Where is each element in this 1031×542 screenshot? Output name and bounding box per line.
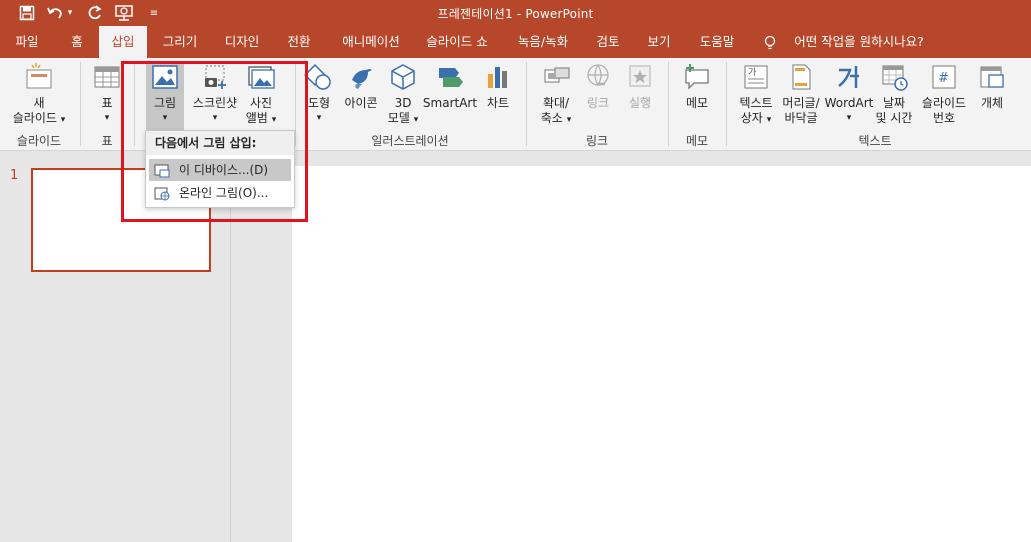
separator xyxy=(526,62,527,146)
comment-icon xyxy=(685,64,709,90)
chevron-down-icon: ▾ xyxy=(413,115,419,125)
svg-text:가: 가 xyxy=(748,67,756,78)
object-icon xyxy=(980,66,1004,88)
title-bar: ▾ ≡ 프레젠테이션1 - PowerPoint xyxy=(0,0,1031,26)
smartart-label: SmartArt xyxy=(422,96,478,110)
shapes-icon xyxy=(304,64,331,90)
separator xyxy=(668,62,669,146)
tab-help[interactable]: 도움말 xyxy=(690,26,744,58)
textbox-label-2: 상자 xyxy=(740,111,763,125)
bird-icon xyxy=(352,69,372,89)
comment-label: 메모 xyxy=(685,96,709,110)
header-footer-button[interactable]: 머리글/ 바닥글 xyxy=(780,62,822,126)
new-slide-label-2: 슬라이드 xyxy=(12,111,57,125)
group-label-text: 텍스트 xyxy=(858,134,892,148)
chevron-down-icon: ▾ xyxy=(766,115,772,125)
tab-insert[interactable]: 삽입 xyxy=(99,26,147,58)
header-footer-label-2: 바닥글 xyxy=(784,111,818,125)
tell-me-search[interactable]: 어떤 작업을 원하시나요? xyxy=(760,26,938,58)
separator xyxy=(726,62,727,146)
lightbulb-icon xyxy=(764,26,776,58)
chart-label: 차트 xyxy=(486,96,510,110)
calendar-icon xyxy=(882,65,908,91)
new-slide-icon xyxy=(26,63,52,89)
date-time-label-2: 및 시간 xyxy=(875,111,913,125)
header-footer-icon xyxy=(792,64,811,90)
object-button[interactable]: 개체 xyxy=(972,62,1012,111)
group-label-comments: 메모 xyxy=(685,134,709,148)
cube-icon xyxy=(391,64,415,90)
tab-draw[interactable]: 그리기 xyxy=(153,26,207,58)
smartart-button[interactable]: SmartArt xyxy=(422,62,478,111)
group-label-slides: 슬라이드 xyxy=(16,134,62,148)
tell-me-text: 어떤 작업을 원하시나요? xyxy=(794,34,924,49)
link-label: 링크 xyxy=(586,96,610,110)
group-label-links: 링크 xyxy=(585,134,609,148)
chevron-down-icon: ▾ xyxy=(60,115,66,125)
textbox-label-1: 텍스트 xyxy=(739,96,773,110)
header-footer-label-1: 머리글/ xyxy=(782,96,820,110)
3d-models-button[interactable]: 3D 모델 ▾ xyxy=(386,62,420,128)
tab-file[interactable]: 파일 xyxy=(4,26,50,58)
new-slide-button[interactable]: 새 슬라이드 ▾ xyxy=(6,62,72,128)
date-time-label-1: 날짜 xyxy=(882,96,906,110)
zoom-label-1: 확대/ xyxy=(542,96,570,110)
action-button[interactable]: 실행 xyxy=(620,62,660,111)
wordart-button[interactable]: WordArt ▾ xyxy=(824,62,874,126)
slide-number-label-1: 슬라이드 xyxy=(921,96,967,110)
chevron-down-icon: ▾ xyxy=(566,115,572,125)
table-icon xyxy=(94,66,120,88)
3d-models-label-2: 모델 xyxy=(387,111,410,125)
smartart-icon xyxy=(439,68,463,87)
window-title: 프레젠테이션1 - PowerPoint xyxy=(437,7,594,21)
tab-record[interactable]: 녹음/녹화 xyxy=(506,26,580,58)
svg-text:#: # xyxy=(938,71,949,86)
action-label: 실행 xyxy=(628,96,652,110)
tab-animations[interactable]: 애니메이션 xyxy=(330,26,412,58)
link-button[interactable]: 링크 xyxy=(580,62,616,111)
group-label-illustrations: 일러스트레이션 xyxy=(371,134,449,148)
new-slide-label-1: 새 xyxy=(33,96,45,110)
chart-button[interactable]: 차트 xyxy=(480,62,516,111)
tab-review[interactable]: 검토 xyxy=(588,26,628,58)
slide-number-button[interactable]: # 슬라이드 번호 xyxy=(918,62,970,126)
textbox-icon: 가 xyxy=(744,65,768,89)
tab-view[interactable]: 보기 xyxy=(638,26,680,58)
3d-models-label-1: 3D xyxy=(394,96,412,110)
zoom-button[interactable]: 확대/ 축소 ▾ xyxy=(534,62,578,128)
icons-label: 아이콘 xyxy=(344,96,378,110)
comment-button[interactable]: 메모 xyxy=(676,62,718,111)
tab-design[interactable]: 디자인 xyxy=(214,26,270,58)
bar-chart-icon xyxy=(488,67,507,88)
globe-link-icon xyxy=(587,64,609,87)
zoom-label-2: 축소 xyxy=(540,111,563,125)
slide-canvas[interactable] xyxy=(292,166,1031,542)
tab-slideshow[interactable]: 슬라이드 쇼 xyxy=(418,26,496,58)
textbox-button[interactable]: 가 텍스트 상자 ▾ xyxy=(734,62,778,128)
zoom-icon xyxy=(544,67,570,83)
object-label: 개체 xyxy=(980,96,1004,110)
star-action-icon xyxy=(629,65,651,87)
slide-number-label-2: 번호 xyxy=(932,111,956,125)
date-time-button[interactable]: 날짜 및 시간 xyxy=(872,62,916,126)
separator xyxy=(80,62,81,146)
wordart-icon xyxy=(838,66,859,88)
slide-number-icon: # xyxy=(932,65,956,89)
wordart-label: WordArt xyxy=(824,96,874,110)
chevron-down-icon: ▾ xyxy=(846,113,852,123)
tab-home[interactable]: 홈 xyxy=(56,26,98,58)
slide-number: 1 xyxy=(10,168,19,183)
icons-button[interactable]: 아이콘 xyxy=(340,62,382,111)
red-highlight-box xyxy=(121,61,308,222)
tab-transitions[interactable]: 전환 xyxy=(278,26,320,58)
ribbon-tabs: 파일 홈 삽입 그리기 디자인 전환 애니메이션 슬라이드 쇼 녹음/녹화 검토… xyxy=(0,26,1031,58)
